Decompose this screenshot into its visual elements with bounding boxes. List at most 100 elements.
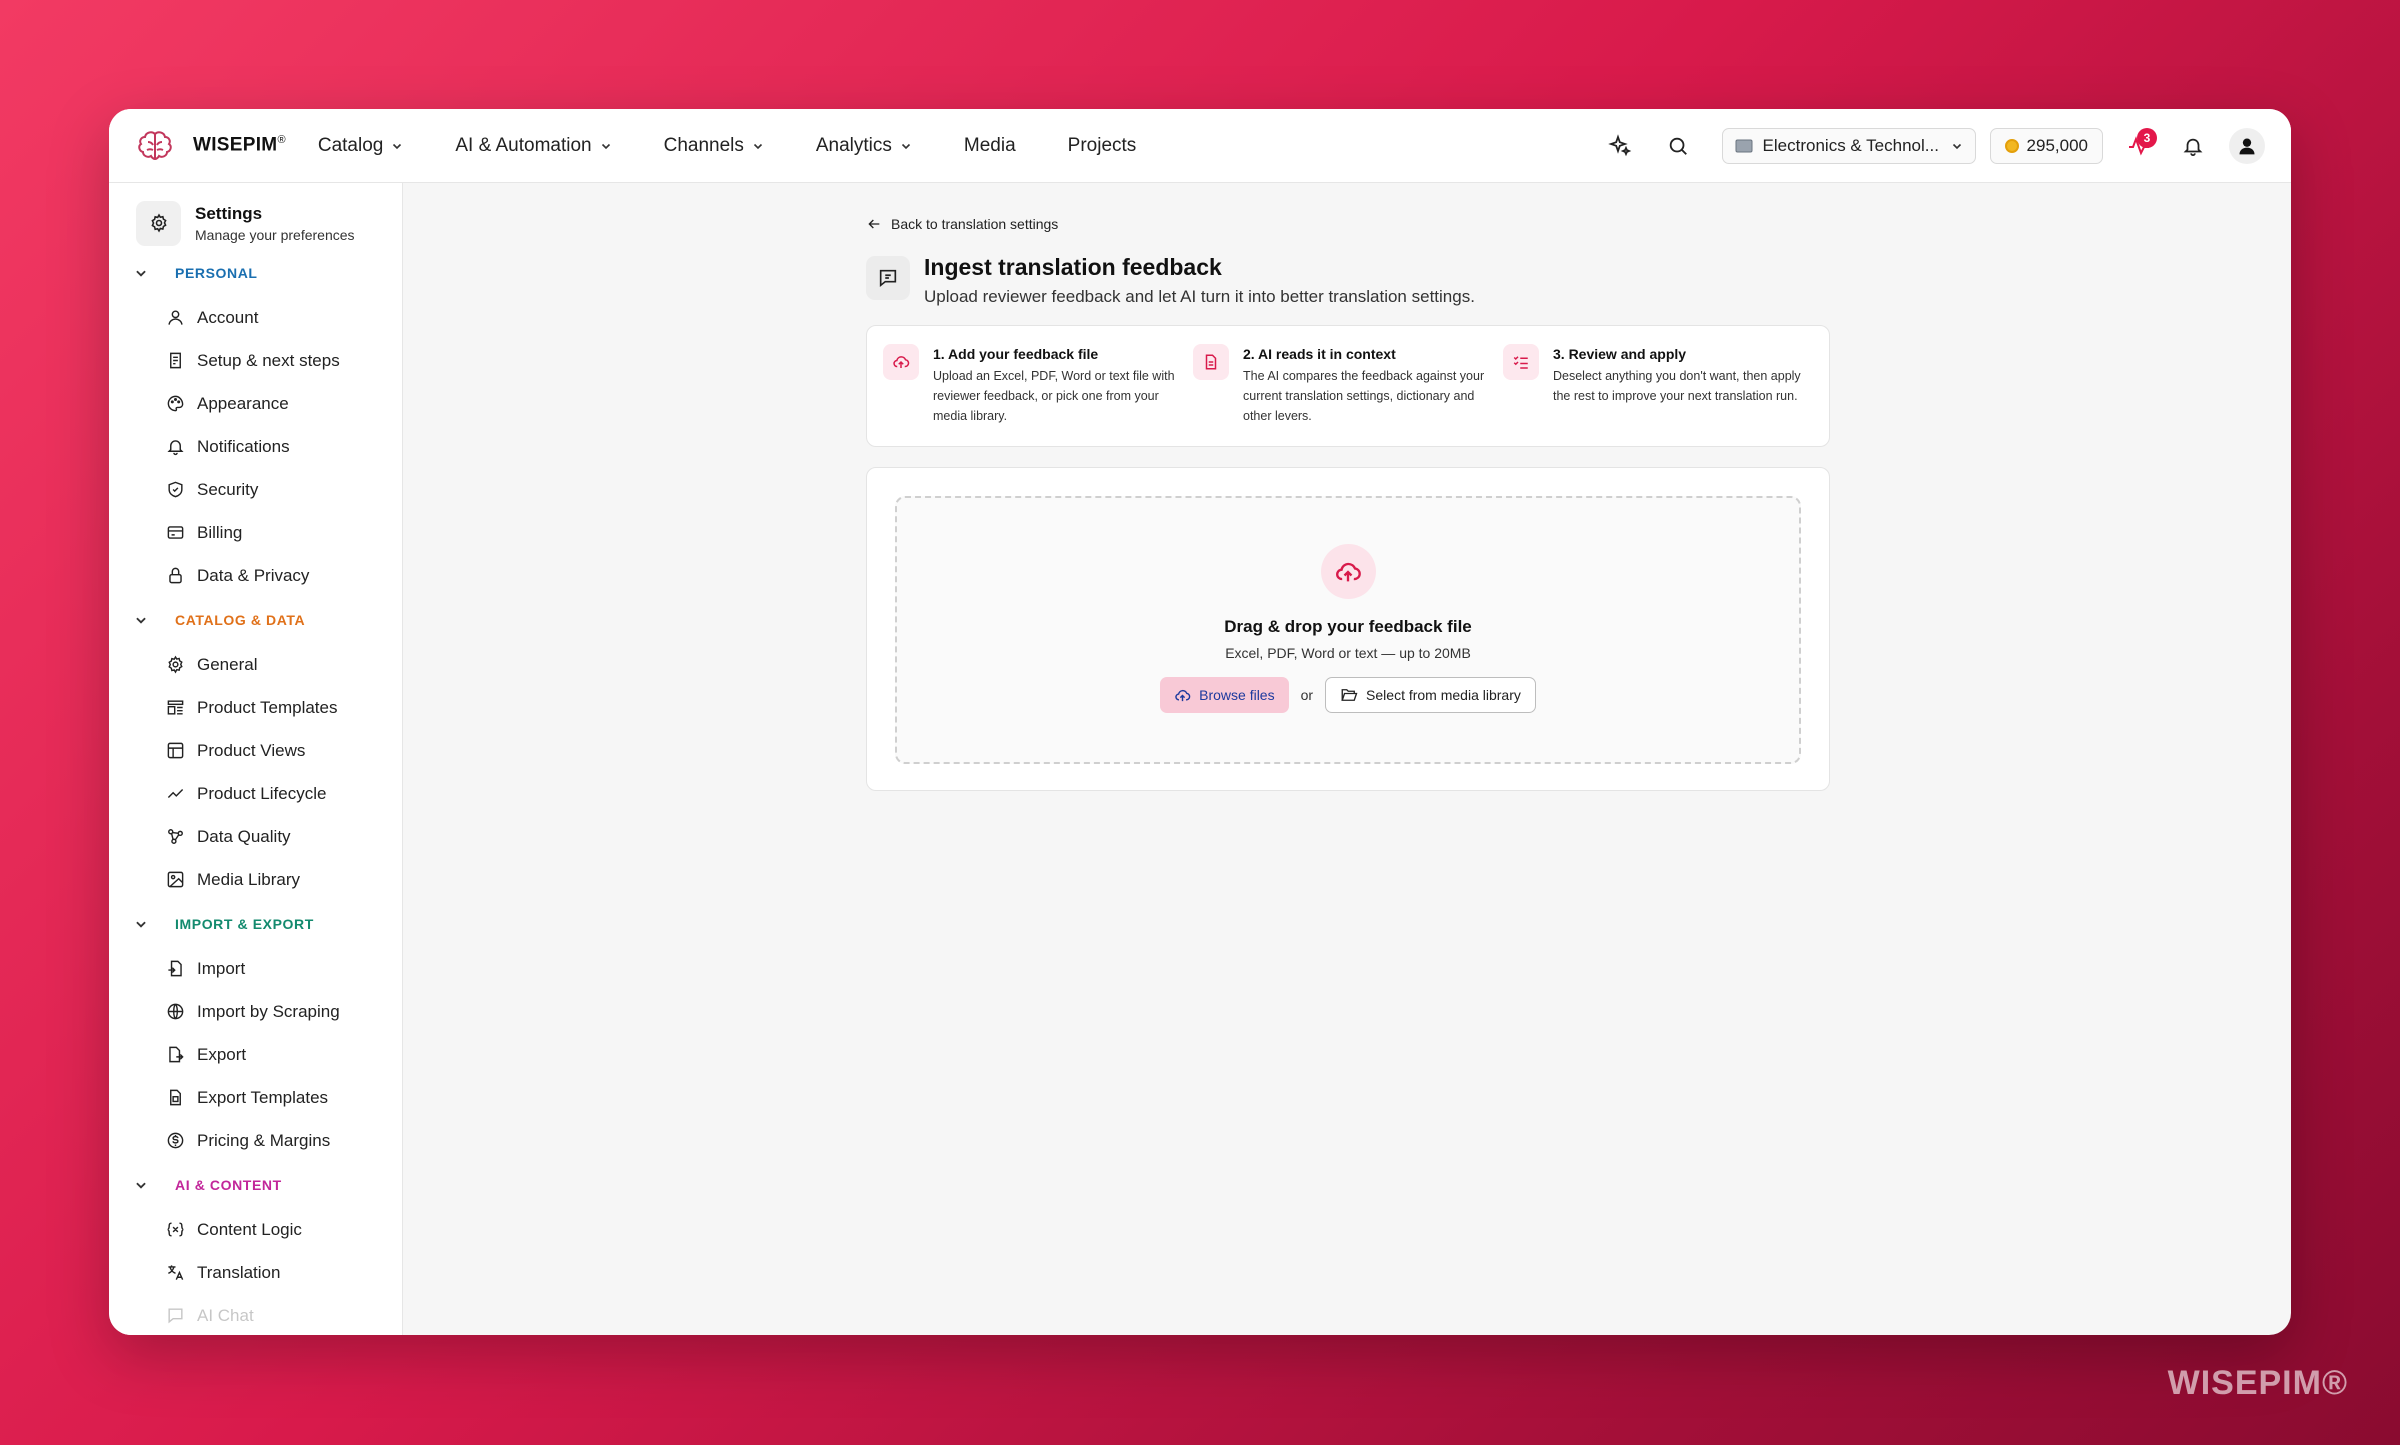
account-icon — [168, 310, 183, 325]
file-dropzone[interactable]: Drag & drop your feedback file Excel, PD… — [895, 496, 1801, 764]
sidebar-item-billing[interactable]: Billing — [109, 511, 402, 554]
ai-sparkle-button[interactable] — [1600, 126, 1640, 166]
cloud-upload-icon — [1175, 689, 1191, 701]
sidebar-item-pricing-margins[interactable]: Pricing & Margins — [109, 1119, 402, 1162]
sidebar-item-label: Export Templates — [197, 1087, 329, 1107]
browse-files-button[interactable]: Browse files — [1160, 677, 1289, 713]
back-link[interactable]: Back to translation settings — [866, 216, 1830, 232]
nav-projects[interactable]: Projects — [1068, 135, 1162, 157]
sidebar-item-label: Setup & next steps — [197, 350, 340, 370]
settings-sidebar: Settings Manage your preferences PERSONA… — [109, 183, 403, 1335]
chevron-down-icon — [393, 143, 402, 149]
page-header: Ingest translation feedback Upload revie… — [866, 254, 1830, 307]
product-views-icon — [167, 742, 184, 759]
nav-channels[interactable]: Channels — [664, 135, 789, 157]
step-title: 3. Review and apply — [1553, 346, 1687, 362]
translation-icon — [168, 1265, 184, 1280]
gear-icon — [136, 200, 181, 246]
sidebar-section-personal[interactable]: PERSONAL — [109, 250, 402, 296]
chevron-down-icon — [601, 143, 610, 149]
sidebar-item-ai-chat[interactable]: AI Chat — [109, 1294, 402, 1335]
back-link-label: Back to translation settings — [891, 216, 1059, 232]
sidebar-item-export[interactable]: Export — [109, 1033, 402, 1076]
sidebar-item-label: Billing — [197, 522, 243, 542]
credits-balance[interactable]: 295,000 — [1989, 127, 2103, 164]
sidebar-item-data-privacy[interactable]: Data & Privacy — [109, 554, 402, 597]
sidebar-item-general[interactable]: General — [109, 643, 402, 686]
sidebar-item-translation[interactable]: Translation — [109, 1251, 402, 1294]
sidebar-item-label: Media Library — [197, 869, 300, 889]
step-description: Upload an Excel, PDF, Word or text file … — [933, 369, 1175, 423]
page-title: Ingest translation feedback — [924, 254, 1222, 280]
sidebar-item-label: Notifications — [197, 436, 290, 456]
nav-ai-automation[interactable]: AI & Automation — [455, 135, 636, 157]
app-window: WISEPIM® Catalog AI & Automation Channels A… — [109, 109, 2291, 1335]
sidebar-item-import-by-scraping[interactable]: Import by Scraping — [109, 990, 402, 1033]
select-media-library-label: Select from media library — [1366, 687, 1521, 703]
sparkle-icon — [1607, 133, 1631, 156]
sidebar-item-label: Data & Privacy — [197, 565, 310, 585]
chevron-down-icon — [136, 921, 146, 928]
sidebar-section-catalog-data[interactable]: CATALOG & DATA — [109, 597, 402, 643]
sidebar-item-label: Translation — [197, 1262, 281, 1282]
chevron-down-icon — [136, 617, 146, 624]
chevron-down-icon — [901, 143, 910, 149]
brand-name: WISEPIM® — [193, 134, 286, 156]
workspace-selector[interactable]: Electronics & Technol... — [1721, 127, 1976, 164]
billing-icon — [167, 526, 184, 539]
sidebar-item-media-library[interactable]: Media Library — [109, 858, 402, 901]
sidebar-item-account[interactable]: Account — [109, 296, 402, 339]
nav-analytics[interactable]: Analytics — [816, 135, 937, 157]
step-description: Deselect anything you don't want, then a… — [1553, 369, 1801, 403]
sidebar-item-security[interactable]: Security — [109, 468, 402, 511]
settings-subtitle: Manage your preferences — [195, 226, 355, 243]
bell-icon — [2183, 138, 2203, 156]
settings-title: Settings — [195, 203, 263, 223]
notifications-icon — [167, 440, 184, 456]
nav-catalog[interactable]: Catalog — [318, 135, 429, 157]
sidebar-item-label: Import — [197, 958, 246, 978]
sidebar-item-data-quality[interactable]: Data Quality — [109, 815, 402, 858]
sidebar-item-import[interactable]: Import — [109, 947, 402, 990]
sidebar-section-label: IMPORT & EXPORT — [175, 916, 314, 932]
activity-badge: 3 — [2137, 127, 2157, 148]
sidebar-item-content-logic[interactable]: Content Logic — [109, 1208, 402, 1251]
or-separator: or — [1300, 687, 1314, 703]
file-text-icon — [1193, 344, 1229, 380]
sidebar-item-setup-next-steps[interactable]: Setup & next steps — [109, 339, 402, 382]
sidebar-item-label: Product Lifecycle — [197, 783, 327, 803]
media-library-icon — [167, 871, 184, 888]
sidebar-item-product-templates[interactable]: Product Templates — [109, 686, 402, 729]
dropzone-subtitle: Excel, PDF, Word or text — up to 20MB — [1225, 645, 1471, 661]
sidebar-item-label: Security — [197, 479, 259, 499]
general-icon — [168, 655, 183, 674]
sidebar-item-notifications[interactable]: Notifications — [109, 425, 402, 468]
brand-logo[interactable]: WISEPIM® — [135, 126, 286, 166]
credits-value: 295,000 — [2026, 135, 2088, 155]
sidebar-item-product-views[interactable]: Product Views — [109, 729, 402, 772]
notifications-button[interactable] — [2173, 126, 2213, 166]
step-title: 1. Add your feedback file — [933, 346, 1099, 362]
step-review-apply: 3. Review and apply Deselect anything yo… — [1503, 344, 1813, 428]
arrow-left-icon — [868, 219, 880, 229]
select-media-library-button[interactable]: Select from media library — [1325, 677, 1536, 713]
sidebar-item-label: Pricing & Margins — [197, 1130, 331, 1150]
search-button[interactable] — [1658, 126, 1698, 166]
setup-next-steps-icon — [170, 352, 181, 369]
user-avatar[interactable] — [2229, 127, 2265, 164]
sidebar-item-label: General — [197, 654, 258, 674]
sidebar-section-ai-content[interactable]: AI & CONTENT — [109, 1162, 402, 1208]
sidebar-item-product-lifecycle[interactable]: Product Lifecycle — [109, 772, 402, 815]
brain-logo-icon — [138, 130, 172, 160]
sidebar-section-import-export[interactable]: IMPORT & EXPORT — [109, 901, 402, 947]
sidebar-item-label: Account — [197, 307, 259, 327]
user-icon — [2239, 138, 2255, 154]
sidebar-item-export-templates[interactable]: Export Templates — [109, 1076, 402, 1119]
activity-button[interactable]: 3 — [2119, 126, 2159, 166]
main-content: Back to translation settings Ingest tran… — [403, 183, 2291, 1335]
page-subtitle: Upload reviewer feedback and let AI turn… — [924, 287, 1475, 306]
nav-label: Analytics — [815, 134, 892, 156]
sidebar-item-label: Content Logic — [197, 1219, 302, 1239]
sidebar-item-appearance[interactable]: Appearance — [109, 382, 402, 425]
nav-media[interactable]: Media — [964, 135, 1041, 157]
